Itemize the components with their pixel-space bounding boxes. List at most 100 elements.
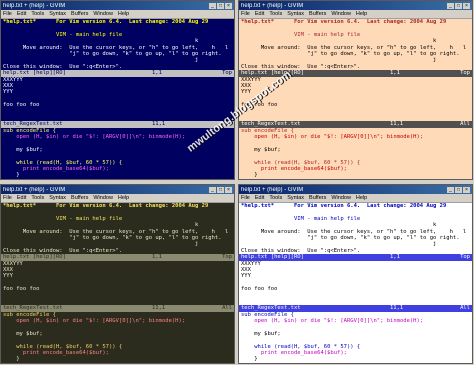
status-position: 1,1 <box>152 70 162 77</box>
menu-tools[interactable]: Tools <box>269 11 282 17</box>
menu-edit[interactable]: Edit <box>17 195 26 201</box>
help-line: Move around: Use the cursor keys, or "h"… <box>3 44 229 51</box>
menu-window[interactable]: Window <box>331 195 351 201</box>
status-percent: All <box>460 305 470 312</box>
status-filename: help.txt [help][RO] <box>241 254 304 261</box>
status-percent: Top <box>460 254 470 261</box>
minimize-button[interactable]: _ <box>209 2 216 9</box>
help-line: Move around: Use the cursor keys, or "h"… <box>241 44 467 51</box>
close-button[interactable]: × <box>463 186 470 193</box>
help-status-line[interactable]: help.txt [help][RO] 1,1 Top <box>1 70 234 77</box>
gvim-window-olive: help.txt + (help) - GVIM _ □ × File Edit Tools… <box>0 184 235 364</box>
editor-area[interactable]: *help.txt* For Vim version 6.4. Last cha… <box>239 203 472 363</box>
menu-bar: File Edit Tools Syntax Buffers Window Help <box>1 194 234 203</box>
menu-syntax[interactable]: Syntax <box>49 195 66 201</box>
status-percent: All <box>222 121 232 128</box>
menu-syntax[interactable]: Syntax <box>49 11 66 17</box>
status-filename: tech_RegexTest.txt <box>241 305 301 312</box>
menu-syntax[interactable]: Syntax <box>287 11 304 17</box>
menu-edit[interactable]: Edit <box>255 11 264 17</box>
editor-area[interactable]: *help.txt* For Vim version 6.4. Last cha… <box>1 203 234 364</box>
menu-buffers[interactable]: Buffers <box>71 11 88 17</box>
status-filename: help.txt [help][RO] <box>3 254 66 261</box>
status-filename: tech_RegexTest.txt <box>3 121 63 128</box>
status-position: 1,1 <box>152 254 162 261</box>
close-button[interactable]: × <box>463 2 470 9</box>
minimize-button[interactable]: _ <box>447 186 454 193</box>
title-bar: help.txt + (help) - GVIM _ □ × <box>1 185 234 194</box>
menu-window[interactable]: Window <box>93 195 113 201</box>
text-status-line[interactable]: tech_RegexTest.txt 11,1 All <box>239 121 472 128</box>
status-filename: help.txt [help][RO] <box>241 70 304 77</box>
window-title: help.txt + (help) - GVIM <box>241 186 304 193</box>
status-percent: All <box>460 121 470 128</box>
menu-help[interactable]: Help <box>356 11 367 17</box>
status-percent: All <box>222 305 232 312</box>
help-line: *help.txt* For Vim version 6.4. Last cha… <box>241 203 447 209</box>
status-position: 1,1 <box>390 254 400 261</box>
menu-file[interactable]: File <box>241 11 250 17</box>
gvim-window-white: help.txt + (help) - GVIM _ □ × File Edit Tools… <box>238 184 473 364</box>
menu-window[interactable]: Window <box>331 11 351 17</box>
gvim-window-blue: help.txt + (help) - GVIM _ □ × File Edit Tools… <box>0 0 235 180</box>
title-bar: help.txt + (help) - GVIM _ □ × <box>1 1 234 10</box>
maximize-button[interactable]: □ <box>217 186 224 193</box>
window-title: help.txt + (help) - GVIM <box>241 2 304 9</box>
status-filename: tech_RegexTest.txt <box>241 121 301 128</box>
help-status-line[interactable]: help.txt [help][RO] 1,1 Top <box>1 254 234 261</box>
editor-area[interactable]: *help.txt* For Vim version 6.4. Last cha… <box>239 19 472 180</box>
menu-window[interactable]: Window <box>93 11 113 17</box>
menu-bar: File Edit Tools Syntax Buffers Window Help <box>239 194 472 203</box>
help-line: Move around: Use the cursor keys, or "h"… <box>3 228 229 235</box>
code-line: } <box>1 363 234 364</box>
minimize-button[interactable]: _ <box>447 2 454 9</box>
text-status-line[interactable]: tech_RegexTest.txt 11,1 All <box>239 305 472 312</box>
menu-bar: File Edit Tools Syntax Buffers Window Help <box>239 10 472 19</box>
maximize-button[interactable]: □ <box>455 2 462 9</box>
help-line: Move around: Use the cursor keys, or "h"… <box>241 228 467 235</box>
text-status-line[interactable]: tech_RegexTest.txt 11,1 All <box>1 305 234 312</box>
window-title: help.txt + (help) - GVIM <box>3 186 66 193</box>
menu-syntax[interactable]: Syntax <box>287 195 304 201</box>
window-controls: _ □ × <box>447 186 470 193</box>
gvim-window-peach: help.txt + (help) - GVIM _ □ × File Edit Tools… <box>238 0 473 180</box>
menu-buffers[interactable]: Buffers <box>309 195 326 201</box>
help-line: *help.txt* For Vim version 6.4. Last cha… <box>3 19 209 25</box>
status-position: 11,1 <box>390 121 404 128</box>
maximize-button[interactable]: □ <box>455 186 462 193</box>
menu-edit[interactable]: Edit <box>17 11 26 17</box>
menu-help[interactable]: Help <box>118 195 129 201</box>
menu-tools[interactable]: Tools <box>31 11 44 17</box>
code-line: } <box>1 179 234 180</box>
code-line: } <box>239 179 472 180</box>
menu-tools[interactable]: Tools <box>31 195 44 201</box>
help-status-line[interactable]: help.txt [help][RO] 1,1 Top <box>239 70 472 77</box>
editor-area[interactable]: *help.txt* For Vim version 6.4. Last cha… <box>1 19 234 180</box>
close-button[interactable]: × <box>225 2 232 9</box>
status-position: 11,1 <box>390 305 404 312</box>
help-line: *help.txt* For Vim version 6.4. Last cha… <box>241 19 447 25</box>
status-percent: Top <box>222 70 232 77</box>
title-bar: help.txt + (help) - GVIM _ □ × <box>239 185 472 194</box>
status-percent: Top <box>222 254 232 261</box>
status-position: 11,1 <box>152 305 166 312</box>
minimize-button[interactable]: _ <box>209 186 216 193</box>
menu-help[interactable]: Help <box>118 11 129 17</box>
help-status-line[interactable]: help.txt [help][RO] 1,1 Top <box>239 254 472 261</box>
menu-tools[interactable]: Tools <box>269 195 282 201</box>
status-filename: tech_RegexTest.txt <box>3 305 63 312</box>
menu-bar: File Edit Tools Syntax Buffers Window Help <box>1 10 234 19</box>
status-position: 1,1 <box>390 70 400 77</box>
window-controls: _ □ × <box>209 186 232 193</box>
menu-buffers[interactable]: Buffers <box>71 195 88 201</box>
menu-file[interactable]: File <box>3 11 12 17</box>
menu-file[interactable]: File <box>241 195 250 201</box>
text-status-line[interactable]: tech_RegexTest.txt 11,1 All <box>1 121 234 128</box>
close-button[interactable]: × <box>225 186 232 193</box>
window-controls: _ □ × <box>447 2 470 9</box>
menu-buffers[interactable]: Buffers <box>309 11 326 17</box>
menu-help[interactable]: Help <box>356 195 367 201</box>
maximize-button[interactable]: □ <box>217 2 224 9</box>
menu-file[interactable]: File <box>3 195 12 201</box>
menu-edit[interactable]: Edit <box>255 195 264 201</box>
